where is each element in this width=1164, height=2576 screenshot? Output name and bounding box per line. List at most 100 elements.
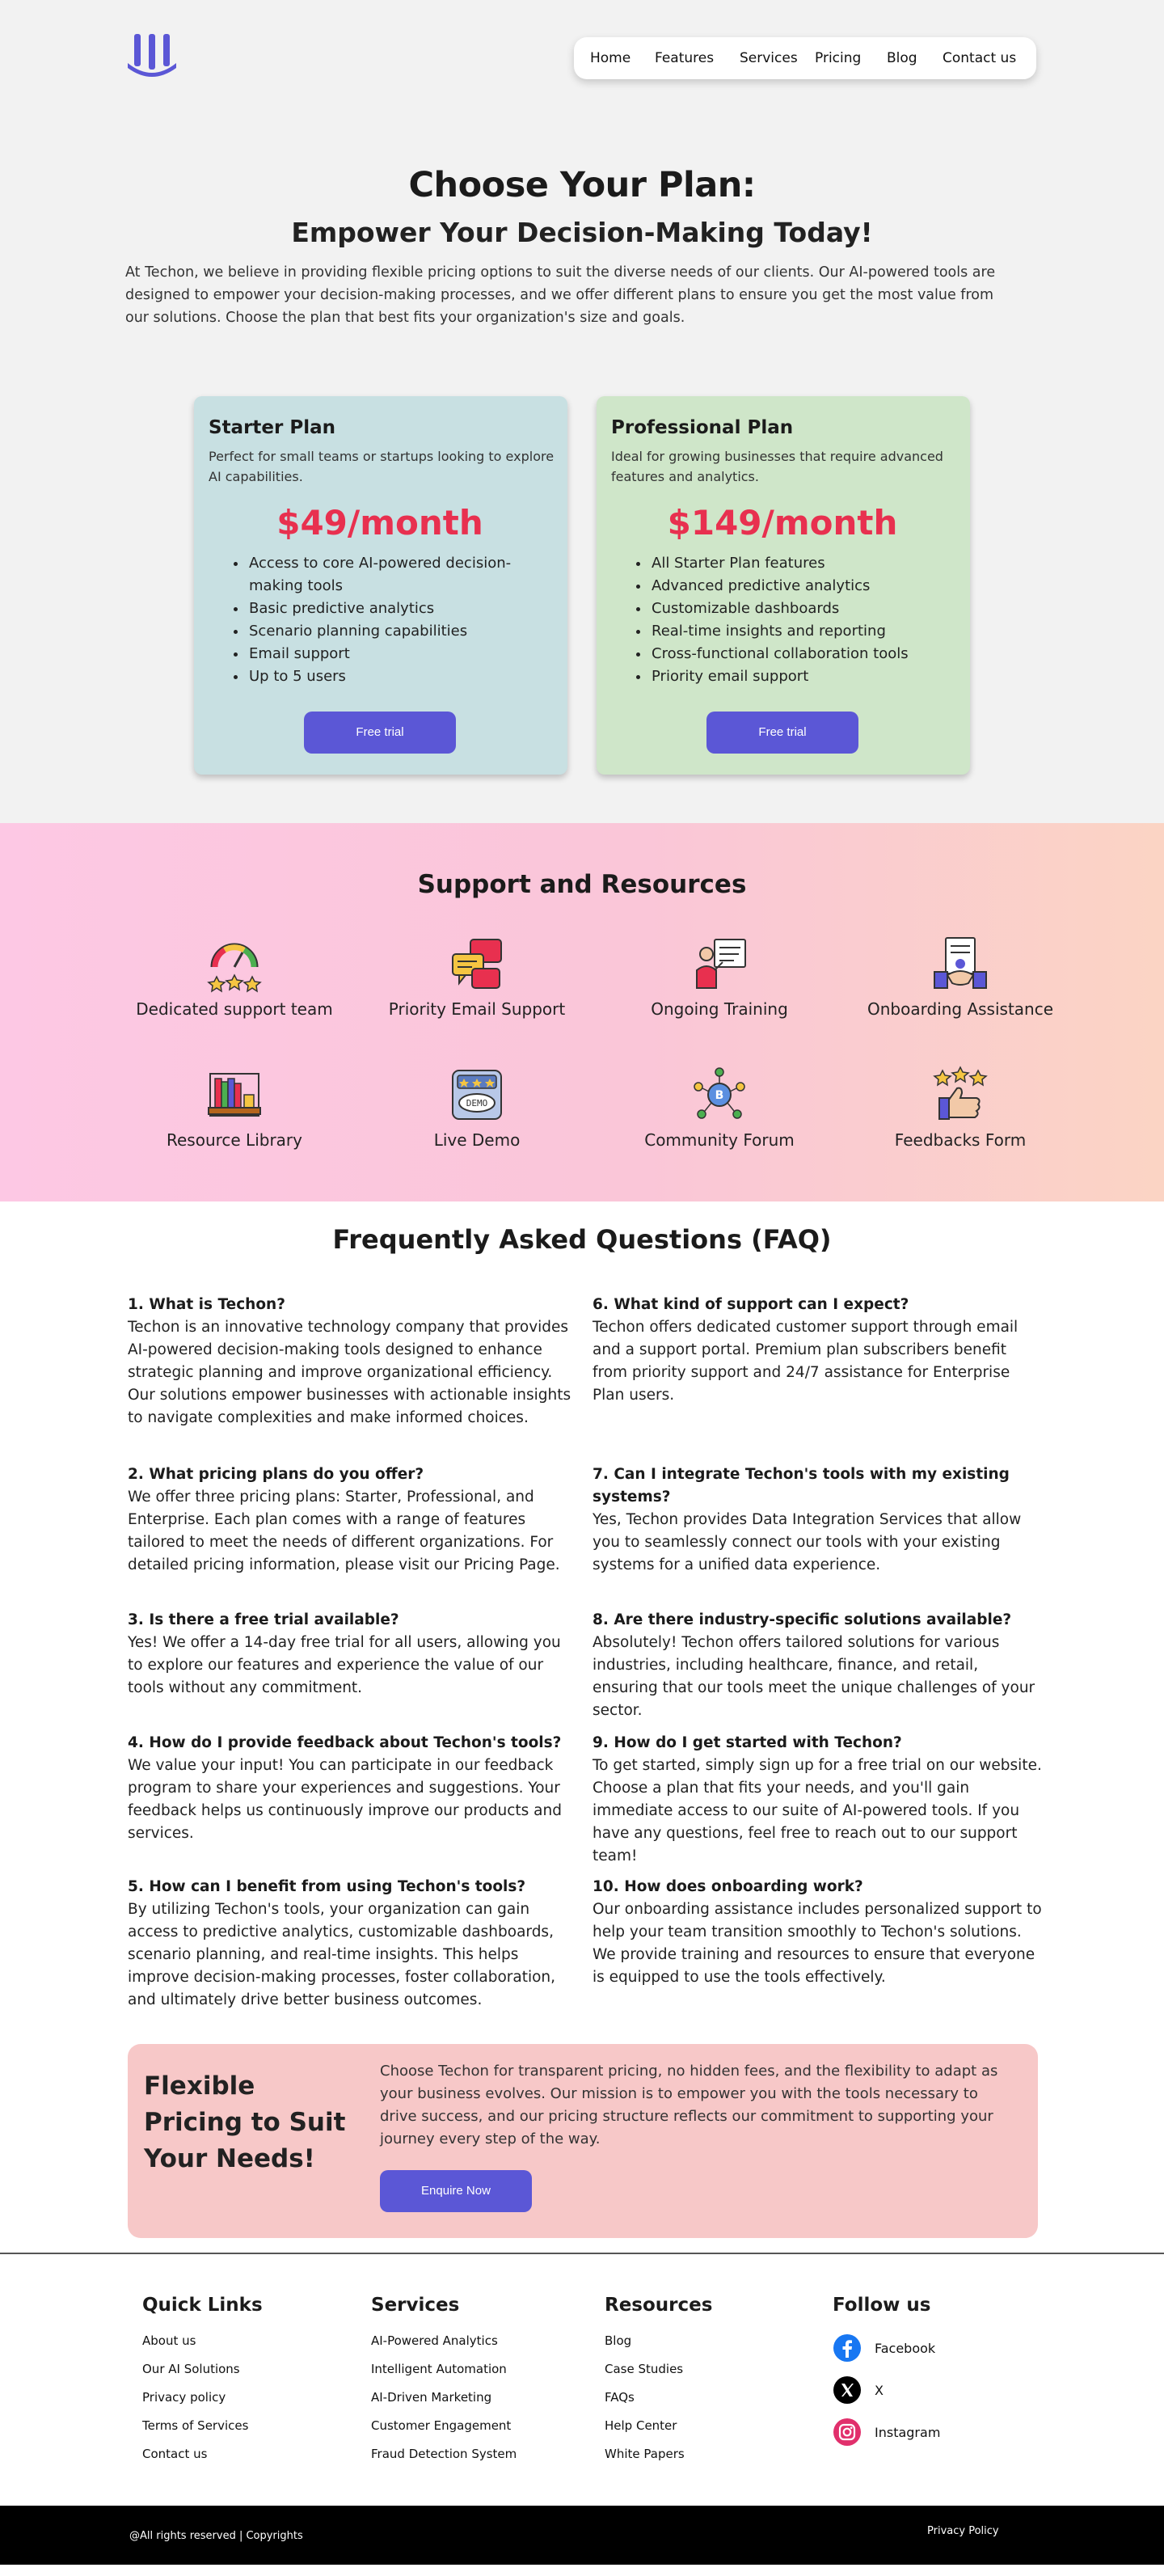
resource-item[interactable]: Dedicated support team [113,935,356,1019]
resource-item[interactable]: Resource Library [113,1066,356,1150]
page-title: Choose Your Plan: [408,165,756,205]
facebook-icon [833,2334,861,2362]
resource-label: Feedbacks Form [894,1130,1027,1150]
resource-item[interactable]: B Community Forum [598,1066,841,1150]
plan-features: Access to core AI-powered decision-makin… [209,552,551,688]
plan-feature: Basic predictive analytics [247,598,551,620]
faq-question: 1. What is Techon? [128,1296,285,1313]
social-label: X [875,2382,884,2398]
footer-link-privacy[interactable]: Privacy policy [142,2384,263,2412]
enquire-now-button[interactable]: Enquire Now [380,2170,532,2212]
footer-link-resource[interactable]: White Papers [605,2440,712,2468]
footer-link-service[interactable]: AI-Driven Marketing [371,2384,517,2412]
faq-item: 2. What pricing plans do you offer? We o… [128,1463,580,1577]
resource-item[interactable]: Onboarding Assistance [839,935,1082,1019]
x-link[interactable]: X [833,2369,940,2411]
professional-free-trial-button[interactable]: Free trial [706,712,858,754]
footer-link-service[interactable]: Intelligent Automation [371,2355,517,2384]
chat-bubbles-icon [452,939,502,989]
community-network-icon: B [694,1067,745,1119]
faq-item: 6. What kind of support can I expect? Te… [593,1294,1045,1407]
plan-name: Professional Plan [611,417,794,438]
faq-question: 10. How does onboarding work? [593,1878,863,1895]
techon-logo[interactable] [126,32,178,82]
nav-home[interactable]: Home [590,50,630,66]
thumbs-up-stars-icon [933,1066,988,1120]
faq-item: 3. Is there a free trial available? Yes!… [128,1609,580,1700]
plan-feature: Scenario planning capabilities [247,620,551,643]
faq-title: Frequently Asked Questions (FAQ) [332,1224,832,1255]
plan-feature: Email support [247,643,551,665]
hero: Choose Your Plan: Empower Your Decision-… [0,165,1164,329]
footer-link-service[interactable]: AI-Powered Analytics [371,2327,517,2355]
footer-link-resource[interactable]: FAQs [605,2384,712,2412]
faq-answer: Yes! We offer a 14-day free trial for al… [128,1634,561,1696]
facebook-link[interactable]: Facebook [833,2327,940,2369]
footer-resources: Resources Blog Case Studies FAQs Help Ce… [605,2295,712,2468]
faq-item: 1. What is Techon? Techon is an innovati… [128,1294,580,1429]
handshake-document-icon [934,937,987,989]
plan-features: All Starter Plan features Advanced predi… [611,552,954,688]
plan-feature: Real-time insights and reporting [650,620,954,643]
faq-item: 10. How does onboarding work? Our onboar… [593,1876,1045,1989]
footer-link-about[interactable]: About us [142,2327,263,2355]
resource-item[interactable]: Priority Email Support [356,935,598,1019]
trainer-board-icon [696,939,746,989]
plan-feature: Priority email support [650,665,954,688]
nav-services[interactable]: Services [740,50,798,66]
footer-link-contact[interactable]: Contact us [142,2440,263,2468]
footer-link-ai-solutions[interactable]: Our AI Solutions [142,2355,263,2384]
starter-free-trial-button[interactable]: Free trial [304,712,456,754]
bottom-bar: @All rights reserved | Copyrights Privac… [0,2506,1164,2565]
resource-label: Community Forum [644,1130,795,1150]
plan-description: Ideal for growing businesses that requir… [611,449,943,484]
plan-feature: All Starter Plan features [650,552,954,575]
footer-services: Services AI-Powered Analytics Intelligen… [371,2295,517,2468]
faq-item: 7. Can I integrate Techon's tools with m… [593,1463,1045,1577]
bookshelf-icon [208,1073,261,1117]
resource-label: Resource Library [166,1130,302,1150]
footer: Quick Links About us Our AI Solutions Pr… [0,2253,1164,2506]
intro-text: At Techon, we believe in providing flexi… [125,264,996,326]
instagram-icon [833,2418,861,2446]
plan-feature: Up to 5 users [247,665,551,688]
resource-label: Priority Email Support [388,999,566,1019]
faq-answer: We value your input! You can participate… [128,1757,562,1842]
resource-label: Onboarding Assistance [867,999,1054,1019]
svg-text:DEMO: DEMO [466,1098,488,1109]
social-label: Instagram [875,2424,941,2440]
page-subtitle: Empower Your Decision-Making Today! [291,217,873,248]
nav-features[interactable]: Features [655,50,714,66]
instagram-link[interactable]: Instagram [833,2411,940,2453]
plan-feature: Cross-functional collaboration tools [650,643,954,665]
plan-card-professional: Professional Plan Ideal for growing busi… [597,396,970,775]
footer-link-service[interactable]: Customer Engagement [371,2412,517,2440]
faq-answer: Yes, Techon provides Data Integration Se… [593,1511,1022,1573]
resource-item[interactable]: Ongoing Training [598,935,841,1019]
plan-description: Perfect for small teams or startups look… [209,449,555,484]
faq-answer: To get started, simply sign up for a fre… [593,1757,1042,1864]
footer-heading: Quick Links [142,2295,263,2316]
faq-question: 8. Are there industry-specific solutions… [593,1611,1012,1628]
footer-link-service[interactable]: Fraud Detection System [371,2440,517,2468]
footer-link-resource[interactable]: Help Center [605,2412,712,2440]
privacy-policy-link[interactable]: Privacy Policy [927,2525,999,2537]
resource-item[interactable]: Feedbacks Form [839,1066,1082,1150]
faq-answer: Techon is an innovative technology compa… [128,1319,571,1426]
resource-item[interactable]: DEMO Live Demo [356,1066,598,1150]
footer-link-terms[interactable]: Terms of Services [142,2412,263,2440]
faq-answer: By utilizing Techon's tools, your organi… [128,1901,556,2008]
footer-follow-us: Follow us Facebook X Instagram [833,2295,940,2453]
nav-blog[interactable]: Blog [887,50,917,66]
cta-banner: Flexible Pricing to Suit Your Needs! Cho… [128,2044,1038,2238]
nav-pricing[interactable]: Pricing [815,50,861,66]
faq-answer: Techon offers dedicated customer support… [593,1319,1018,1404]
resource-label: Ongoing Training [651,999,788,1019]
nav-contact[interactable]: Contact us [943,50,1016,66]
cta-text: Choose Techon for transparent pricing, n… [380,2063,998,2147]
footer-link-resource[interactable]: Case Studies [605,2355,712,2384]
svg-text:B: B [715,1089,724,1102]
pricing-section: Home Features Services Pricing Blog Cont… [0,0,1164,823]
faq-answer: We offer three pricing plans: Starter, P… [128,1489,560,1573]
footer-link-resource[interactable]: Blog [605,2327,712,2355]
